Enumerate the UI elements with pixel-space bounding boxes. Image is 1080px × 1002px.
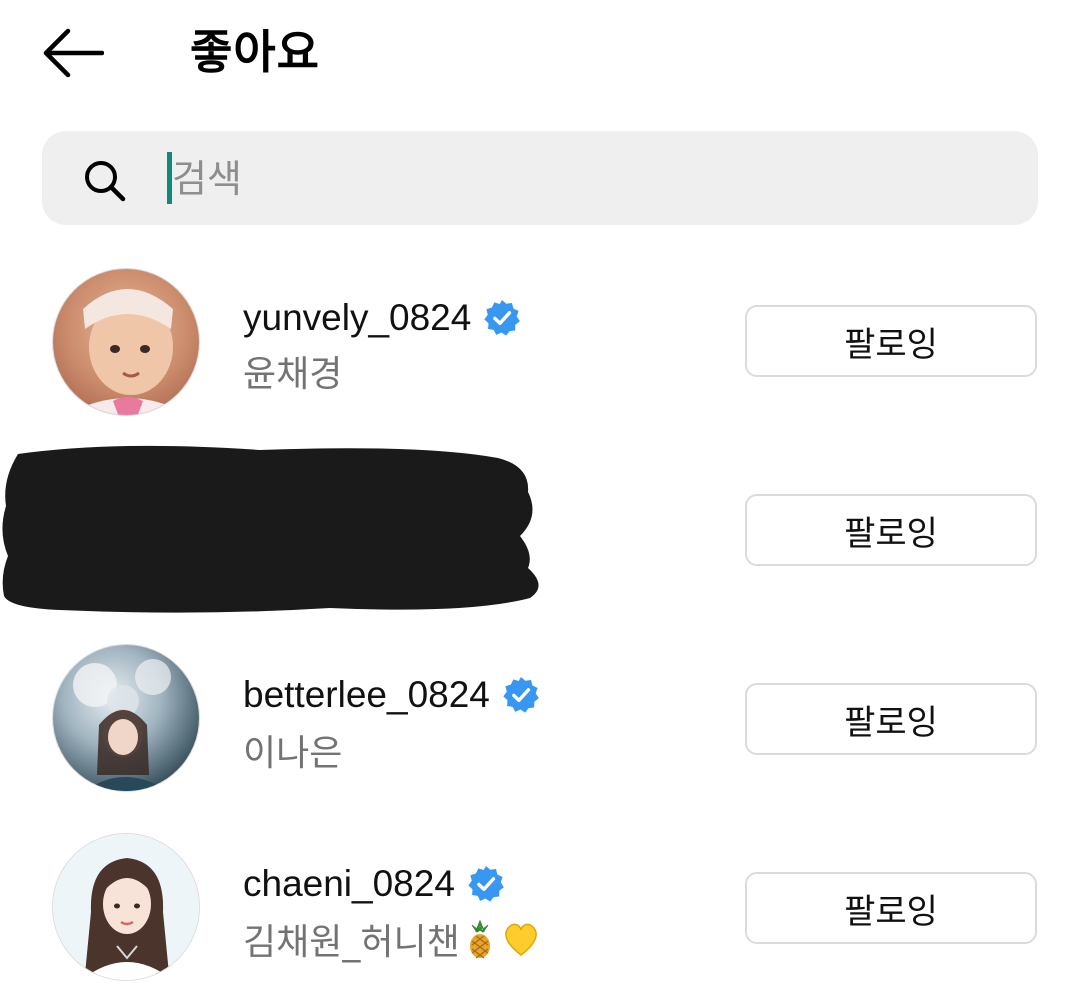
username[interactable]: chaeni_0824 bbox=[243, 863, 455, 905]
avatar[interactable] bbox=[52, 833, 200, 981]
full-name: 이나은 bbox=[243, 733, 343, 774]
search-input[interactable] bbox=[166, 150, 1012, 208]
arrow-left-icon bbox=[43, 28, 104, 78]
like-row[interactable]: betterlee_0824 이나은 팔로잉 bbox=[0, 644, 1080, 794]
avatar[interactable] bbox=[52, 268, 200, 416]
redaction-scribble bbox=[2, 445, 539, 613]
username[interactable]: yunvely_0824 bbox=[243, 297, 471, 339]
text-caret bbox=[167, 152, 172, 204]
following-button[interactable]: 팔로잉 bbox=[745, 872, 1037, 944]
yellow-heart-emoji-icon bbox=[504, 923, 537, 956]
header: 좋아요 bbox=[0, 0, 1080, 110]
verified-badge-icon bbox=[484, 299, 521, 336]
full-name: 김채원_허니챈 bbox=[243, 922, 460, 963]
page-title: 좋아요 bbox=[190, 25, 320, 79]
following-button[interactable]: 팔로잉 bbox=[745, 683, 1037, 755]
username[interactable]: betterlee_0824 bbox=[243, 674, 490, 716]
following-button[interactable]: 팔로잉 bbox=[745, 494, 1037, 566]
full-name: 윤채경 bbox=[243, 354, 343, 395]
verified-badge-icon bbox=[468, 865, 504, 902]
like-row[interactable]: yunvely_0824 윤채경 팔로잉 bbox=[0, 265, 1080, 416]
pineapple-emoji-icon bbox=[469, 919, 490, 959]
verified-badge-icon bbox=[503, 676, 539, 713]
like-row[interactable]: chaeni_0824 김채원_허니챈 팔로잉 bbox=[0, 833, 1080, 983]
username-line[interactable]: betterlee_0824 bbox=[243, 672, 540, 718]
full-name-line: 김채원_허니챈 bbox=[243, 913, 542, 965]
back-button[interactable] bbox=[40, 25, 106, 81]
following-button[interactable]: 팔로잉 bbox=[745, 305, 1037, 377]
username-line[interactable]: chaeni_0824 bbox=[243, 861, 505, 907]
search-icon bbox=[85, 161, 126, 202]
avatar[interactable] bbox=[52, 644, 200, 792]
username-line[interactable]: yunvely_0824 bbox=[243, 295, 521, 341]
